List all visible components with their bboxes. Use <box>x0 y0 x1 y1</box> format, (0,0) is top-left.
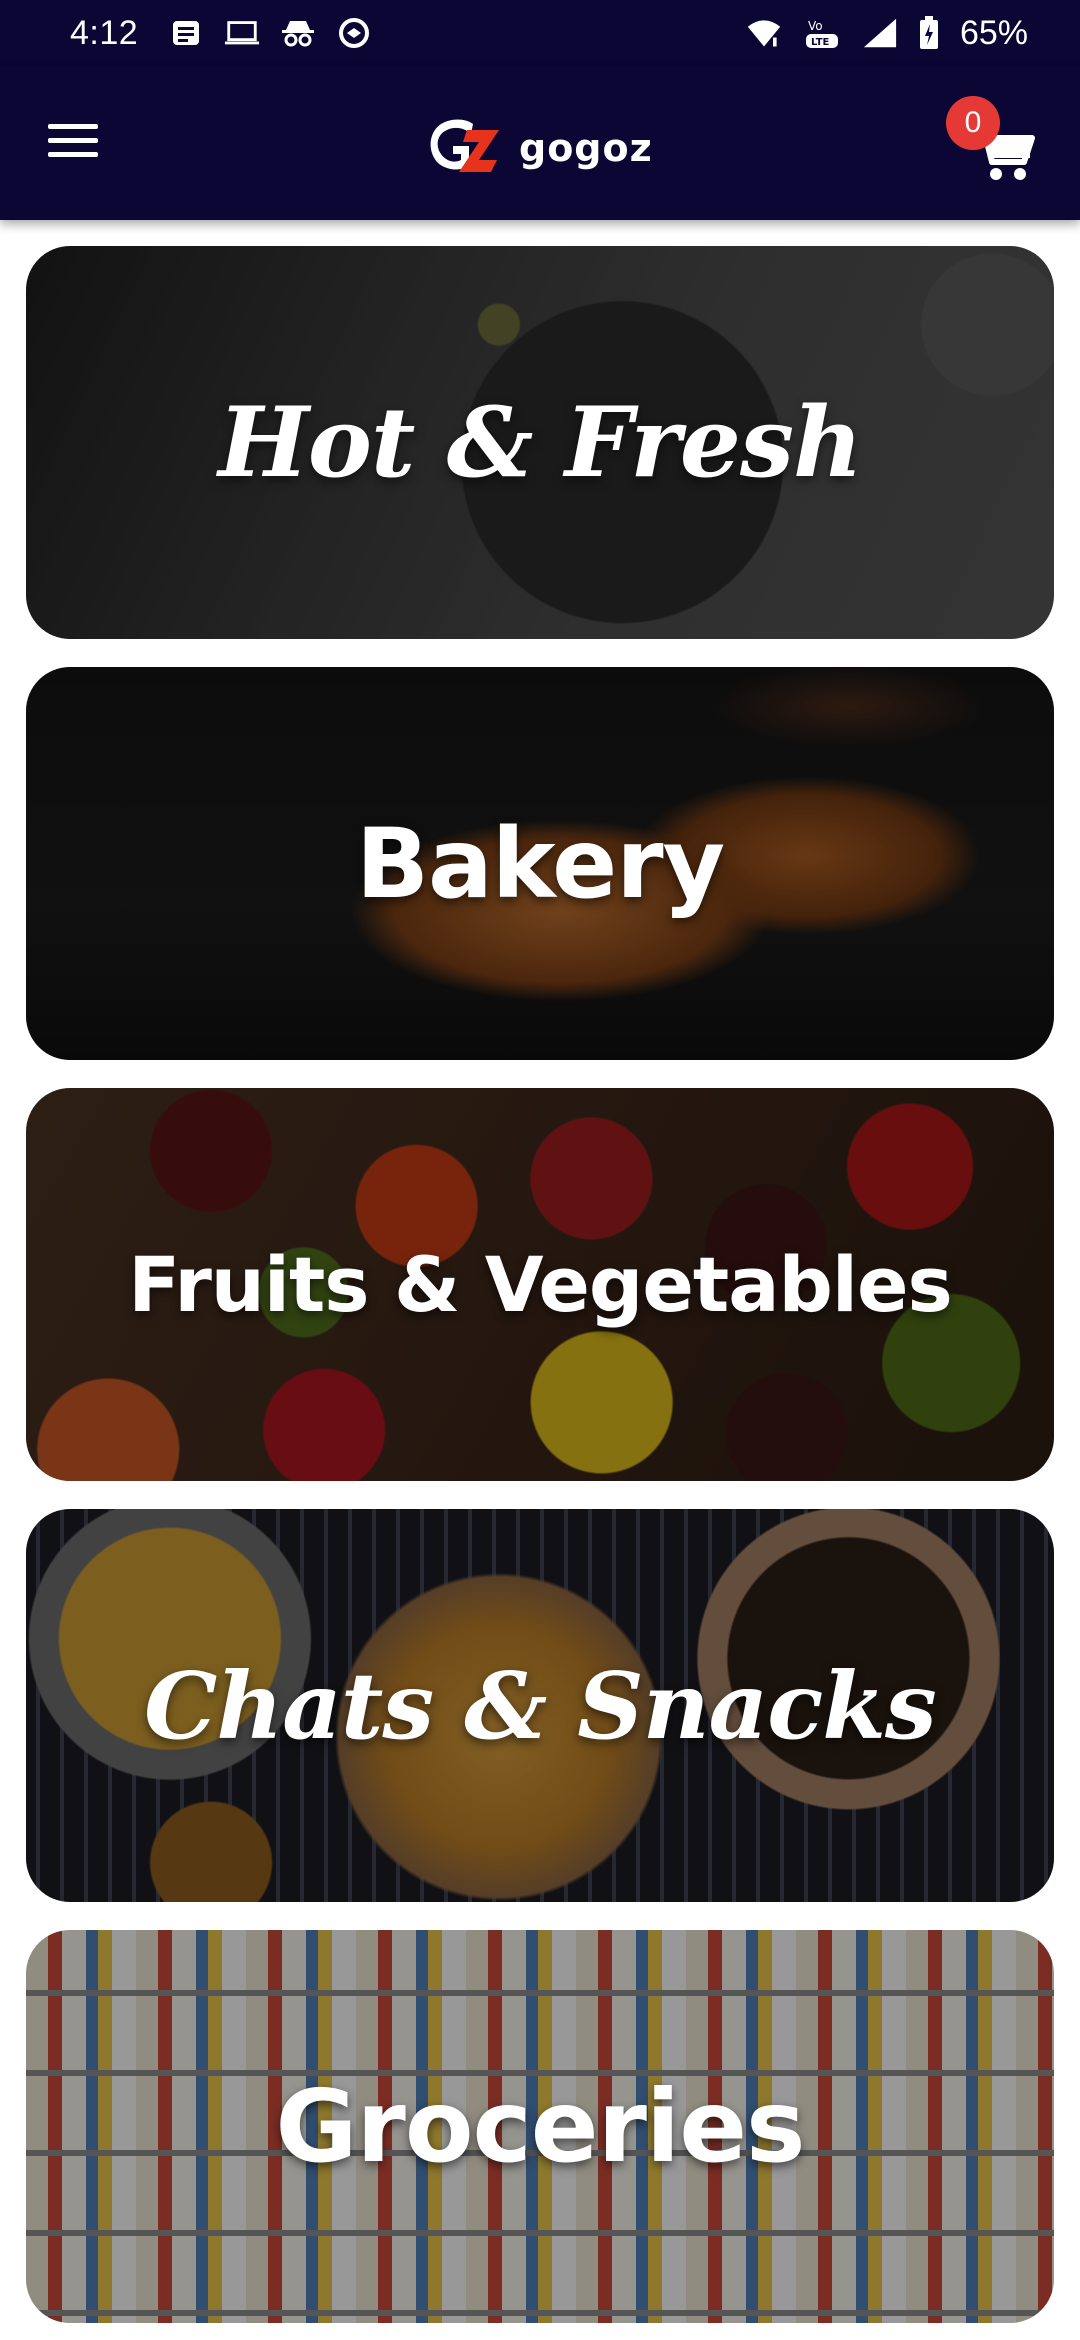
category-title: Chats & Snacks <box>144 1651 937 1760</box>
category-title: Groceries <box>275 2068 805 2185</box>
status-time: 4:12 <box>70 13 139 52</box>
volte-text: Vo <box>808 19 823 33</box>
signal-icon <box>862 15 898 51</box>
status-right: Vo LTE 65% <box>746 14 1028 53</box>
category-card-chats-snacks[interactable]: Chats & Snacks <box>26 1509 1054 1902</box>
data-saver-icon <box>336 15 372 51</box>
laptop-icon <box>224 15 260 51</box>
category-card-groceries[interactable]: Groceries <box>26 1930 1054 2323</box>
category-card-fruits-vegetables[interactable]: Fruits & Vegetables <box>26 1088 1054 1481</box>
menu-line <box>48 123 98 129</box>
lte-text: LTE <box>811 37 830 48</box>
category-title: Fruits & Vegetables <box>128 1240 952 1329</box>
status-left: 4:12 <box>70 14 372 53</box>
menu-line <box>48 137 98 143</box>
logo-icon <box>425 116 503 180</box>
battery-percent: 65% <box>959 13 1028 52</box>
wifi-icon <box>746 15 782 51</box>
app-bar: gogoz 0 <box>0 66 1080 220</box>
message-icon <box>168 15 204 51</box>
battery-icon <box>918 15 940 51</box>
logo-text: gogoz <box>519 126 653 170</box>
app-logo: gogoz <box>425 118 653 178</box>
category-list: Hot & Fresh Bakery Fruits & Vegetables C… <box>26 246 1054 2323</box>
status-bar: 4:12 Vo LTE 65% <box>0 0 1080 66</box>
cart-count-badge[interactable]: 0 <box>946 96 1000 150</box>
menu-line <box>48 151 98 157</box>
category-card-bakery[interactable]: Bakery <box>26 667 1054 1060</box>
category-card-hot-fresh[interactable]: Hot & Fresh <box>26 246 1054 639</box>
volte-icon: Vo LTE <box>802 15 842 51</box>
incognito-icon <box>280 15 316 51</box>
hamburger-menu-icon[interactable] <box>48 112 120 168</box>
category-title: Bakery <box>355 807 725 920</box>
category-title: Hot & Fresh <box>218 386 863 499</box>
